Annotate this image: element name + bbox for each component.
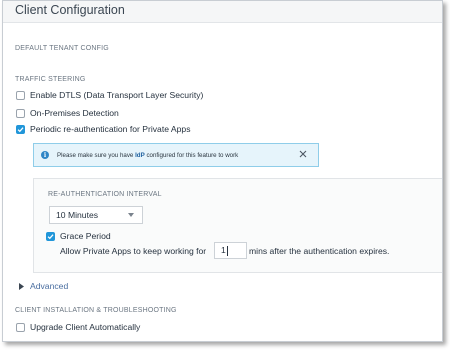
advanced-toggle[interactable]: Advanced: [19, 281, 68, 291]
checkmark-icon: [17, 126, 24, 132]
upgrade-client-option[interactable]: Upgrade Client Automatically: [16, 321, 140, 333]
enable-dtls-checkbox[interactable]: [16, 90, 25, 100]
upgrade-client-label: Upgrade Client Automatically: [30, 322, 141, 332]
section-client-installation: CLIENT INSTALLATION & TROUBLESHOOTING: [15, 307, 177, 314]
triangle-right-icon: [19, 282, 24, 290]
grace-period-checkbox[interactable]: [46, 231, 55, 241]
upgrade-client-checkbox[interactable]: [16, 322, 25, 332]
section-default-tenant: DEFAULT TENANT CONFIG: [15, 45, 109, 52]
info-banner-text: Please make sure you have IdP configured…: [57, 152, 238, 159]
on-premises-detection-checkbox[interactable]: [16, 108, 25, 118]
section-traffic-steering: TRAFFIC STEERING: [15, 76, 86, 83]
chevron-down-icon: [128, 213, 134, 217]
grace-minutes-input[interactable]: 1: [214, 242, 247, 259]
client-configuration-panel: Client Configuration DEFAULT TENANT CONF…: [2, 0, 443, 342]
enable-dtls-label: Enable DTLS (Data Transport Layer Securi…: [30, 90, 204, 100]
panel-title: Client Configuration: [15, 3, 125, 17]
reauth-interval-dropdown[interactable]: 10 Minutes: [49, 206, 143, 224]
allow-text-after: mins after the authentication expires.: [249, 246, 390, 256]
info-banner: i Please make sure you have IdP configur…: [33, 143, 319, 167]
periodic-reauth-option[interactable]: Periodic re-authentication for Private A…: [16, 123, 191, 135]
on-premises-detection-label: On-Premises Detection: [30, 108, 119, 118]
allow-text-before: Allow Private Apps to keep working for: [60, 246, 207, 256]
panel-header: Client Configuration: [3, 1, 442, 23]
periodic-reauth-checkbox[interactable]: [16, 124, 25, 134]
on-premises-detection-option[interactable]: On-Premises Detection: [16, 107, 119, 119]
advanced-label: Advanced: [30, 281, 69, 291]
reauth-interval-label: RE-AUTHENTICATION INTERVAL: [48, 191, 162, 198]
grace-period-option[interactable]: Grace Period: [46, 230, 111, 242]
text-caret: [226, 245, 228, 256]
info-text-after: configured for this feature to work: [144, 151, 239, 159]
grace-period-label: Grace Period: [60, 231, 111, 241]
info-text-idp: IdP: [135, 151, 145, 159]
info-icon: i: [41, 151, 49, 159]
checkmark-icon: [47, 233, 54, 239]
grace-minutes-value: 1: [221, 245, 226, 255]
close-icon[interactable]: [298, 149, 308, 159]
periodic-reauth-label: Periodic re-authentication for Private A…: [30, 124, 191, 134]
reauth-interval-value: 10 Minutes: [56, 210, 99, 220]
enable-dtls-option[interactable]: Enable DTLS (Data Transport Layer Securi…: [16, 89, 203, 101]
info-text-before: Please make sure you have: [57, 151, 136, 159]
